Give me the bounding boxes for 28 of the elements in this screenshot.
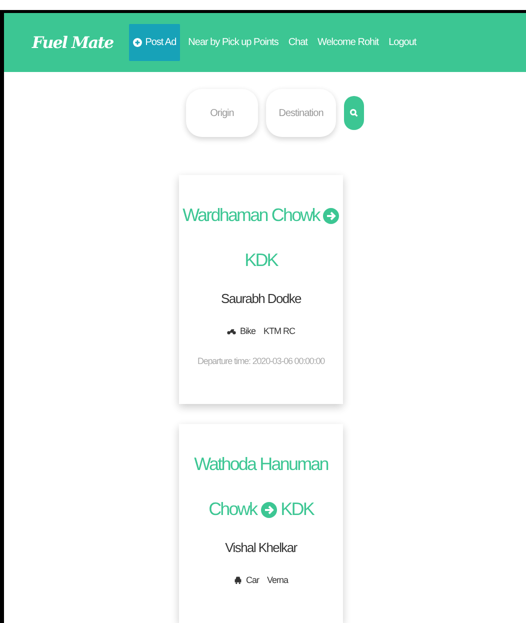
destination-field[interactable]: Destination	[266, 89, 336, 137]
origin-word: Chowk	[271, 204, 320, 227]
origin-word: Hanuman	[260, 453, 328, 476]
origin-word: Wathoda	[194, 453, 256, 476]
destination-text: KDK	[244, 249, 278, 272]
search-icon	[350, 109, 358, 117]
destination-text: KDK	[280, 498, 314, 521]
arrow-right-circle-icon	[323, 208, 340, 224]
vehicle-type: Car	[246, 575, 259, 585]
vehicle-model: KTM RC	[264, 326, 295, 336]
search-button[interactable]	[344, 96, 364, 130]
brand-logo[interactable]: Fuel Mate	[32, 33, 114, 52]
departure-time: Departure time: 2020-03-06 00:00:00	[196, 356, 326, 366]
car-icon	[234, 576, 242, 584]
motorcycle-icon	[226, 327, 236, 335]
nav-link[interactable]: Welcome Rohit	[315, 37, 381, 48]
nav-link[interactable]: Near by Pick up Points	[186, 37, 280, 48]
nav-link[interactable]: Logout	[386, 37, 418, 48]
driver-name: Saurabh Dodke	[220, 291, 302, 306]
origin-word: Chowk	[208, 498, 257, 521]
origin-field[interactable]: Origin	[186, 89, 258, 137]
vehicle-type: Bike	[240, 326, 256, 336]
vehicle-model: Verna	[266, 575, 288, 585]
nav-link[interactable]: Post Ad	[129, 24, 180, 61]
arrow-right-circle-icon	[260, 502, 277, 518]
driver-name: Vishal Khelkar	[224, 540, 298, 555]
nav-link[interactable]: Chat	[286, 37, 310, 48]
origin-word: Wardhaman	[182, 204, 268, 227]
